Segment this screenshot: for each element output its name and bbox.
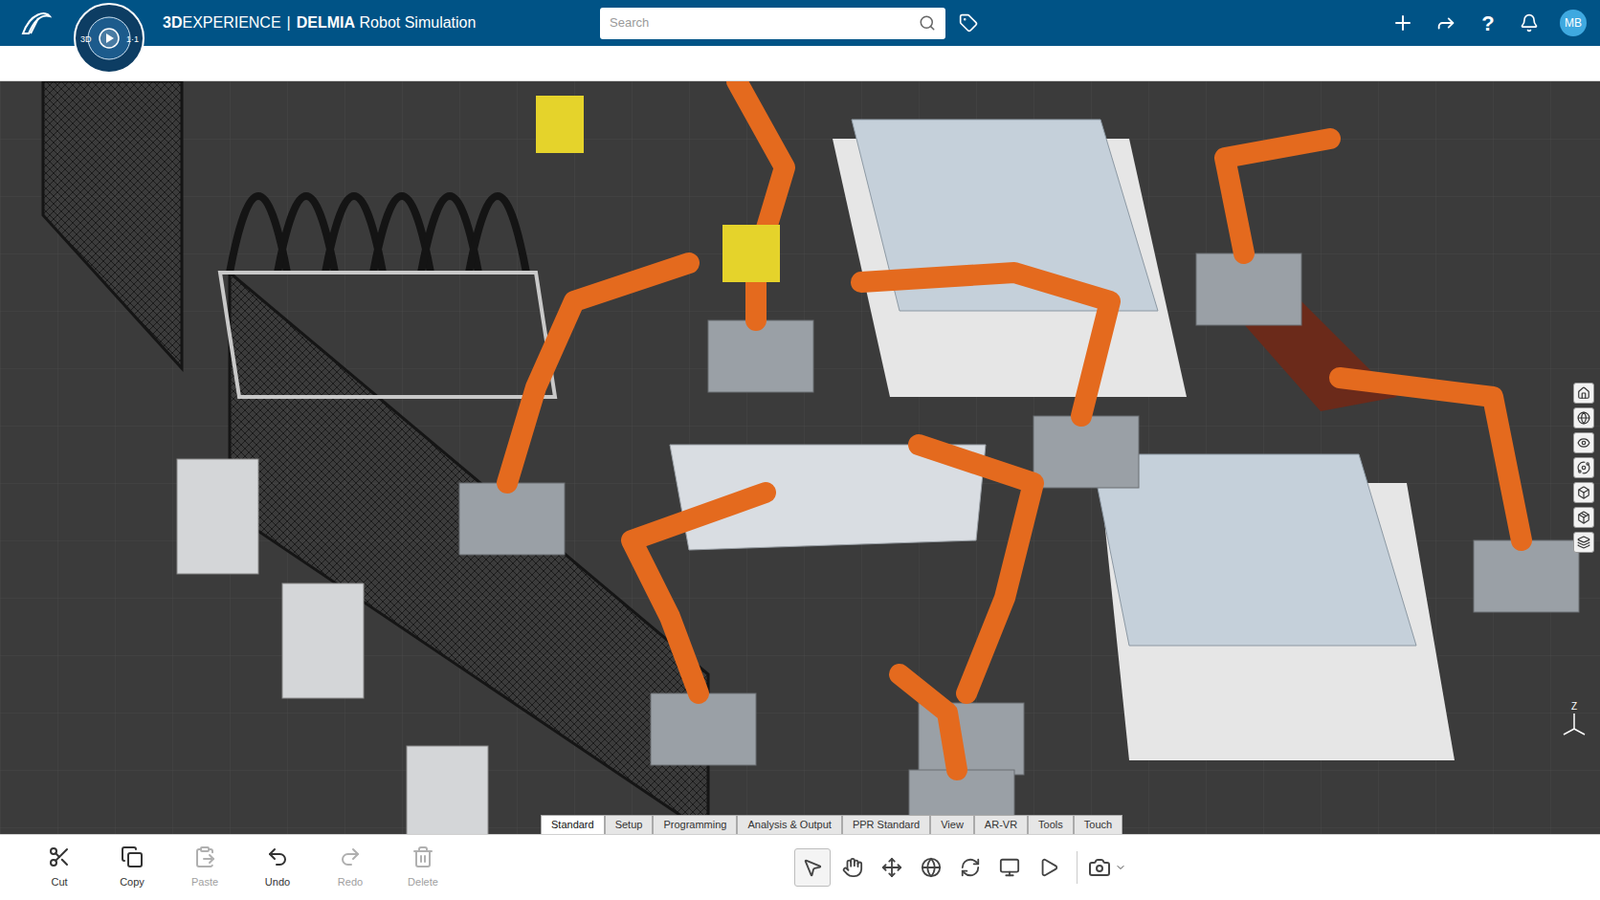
share-icon[interactable] xyxy=(1435,12,1457,34)
section-tab[interactable]: Touch xyxy=(1073,815,1123,835)
search-field[interactable]: Search xyxy=(600,7,946,40)
paste-icon xyxy=(193,845,217,869)
play-icon xyxy=(1038,857,1060,879)
side-tool-button[interactable] xyxy=(1573,382,1595,404)
section-tab[interactable]: Standard xyxy=(540,815,605,835)
user-avatar[interactable]: MB xyxy=(1559,9,1587,37)
action-button[interactable]: Copy xyxy=(95,845,169,891)
bell-icon[interactable] xyxy=(1519,13,1539,33)
3d-viewport[interactable]: Z StandardSetupProgrammingAnalysis & Outp… xyxy=(0,81,1600,835)
view-tool-button[interactable] xyxy=(794,848,831,888)
eye-icon xyxy=(1577,436,1591,450)
compass[interactable]: 3D 1·1 xyxy=(72,1,146,75)
toolbar-separator xyxy=(1076,851,1078,885)
camera-icon xyxy=(1088,856,1112,880)
axis-icon xyxy=(1559,713,1589,739)
rotate-icon xyxy=(959,857,981,879)
side-toolbar xyxy=(1573,382,1595,554)
axis-indicator: Z xyxy=(1559,699,1589,739)
section-tab[interactable]: View xyxy=(930,815,975,835)
section-tab[interactable]: Analysis & Output xyxy=(736,815,842,835)
home-icon xyxy=(1577,386,1591,400)
redo-icon xyxy=(338,845,362,869)
copy-icon xyxy=(120,845,144,869)
dropdown-arrow-icon[interactable] xyxy=(1114,862,1127,874)
view-tool-button[interactable] xyxy=(1031,848,1067,888)
globe-icon xyxy=(920,857,942,879)
side-tool-button[interactable] xyxy=(1573,482,1595,504)
section-tabs: StandardSetupProgrammingAnalysis & Outpu… xyxy=(540,815,1123,835)
action-button[interactable]: Undo xyxy=(241,845,314,891)
section-tab[interactable]: PPR Standard xyxy=(842,815,931,835)
move-icon xyxy=(881,857,903,879)
svg-text:3D: 3D xyxy=(80,34,92,45)
view-tool-button[interactable] xyxy=(992,848,1027,888)
package-icon xyxy=(1577,511,1591,525)
action-bar: CutCopyPasteUndoRedoDelete xyxy=(0,834,1600,900)
orbit-icon xyxy=(1577,461,1591,475)
delete-icon xyxy=(411,845,435,869)
help-button[interactable]: ? xyxy=(1477,7,1499,40)
app-window: 3DEXPERIENCE|DELMIA Robot SimulationSear… xyxy=(0,0,1600,900)
layers-icon xyxy=(1577,535,1591,550)
cut-icon xyxy=(47,845,71,869)
select-icon xyxy=(801,857,823,879)
action-button[interactable]: Delete xyxy=(386,845,460,891)
search-icon[interactable] xyxy=(918,14,936,32)
ds-logo-icon[interactable] xyxy=(0,0,73,46)
capture-button[interactable] xyxy=(1088,856,1127,880)
app-title: 3DEXPERIENCE|DELMIA Robot Simulation xyxy=(162,11,600,35)
ds-logo-svg-icon xyxy=(17,8,56,38)
view-tools xyxy=(794,848,1127,888)
robot-cell-scene[interactable] xyxy=(0,81,1600,835)
globe-icon xyxy=(1577,411,1591,425)
section-tab[interactable]: Programming xyxy=(652,815,737,835)
action-button[interactable]: Cut xyxy=(22,845,96,891)
plus-icon[interactable] xyxy=(1391,11,1415,35)
view-tool-button[interactable] xyxy=(835,848,870,888)
side-tool-button[interactable] xyxy=(1573,407,1595,429)
section-tab[interactable]: Tools xyxy=(1027,815,1074,835)
section-tab[interactable]: AR-VR xyxy=(974,815,1028,835)
tag-icon[interactable] xyxy=(958,13,978,33)
view-tool-button[interactable] xyxy=(913,848,949,888)
action-button[interactable]: Redo xyxy=(313,845,387,891)
pan-icon xyxy=(842,857,864,879)
section-tab[interactable]: Setup xyxy=(604,815,654,835)
side-tool-button[interactable] xyxy=(1573,507,1595,529)
compass-icon: 3D 1·1 xyxy=(72,1,146,75)
side-tool-button[interactable] xyxy=(1573,432,1595,454)
command-strip xyxy=(0,45,1600,82)
view-tool-button[interactable] xyxy=(953,848,988,888)
top-bar: 3DEXPERIENCE|DELMIA Robot SimulationSear… xyxy=(0,0,1600,46)
svg-text:1·1: 1·1 xyxy=(126,34,139,45)
side-tool-button[interactable] xyxy=(1573,532,1595,554)
display-icon xyxy=(999,857,1021,879)
undo-icon xyxy=(266,845,289,869)
view-tool-button[interactable] xyxy=(874,848,910,888)
side-tool-button[interactable] xyxy=(1573,457,1595,479)
box-icon xyxy=(1577,486,1591,500)
action-button[interactable]: Paste xyxy=(168,845,242,891)
